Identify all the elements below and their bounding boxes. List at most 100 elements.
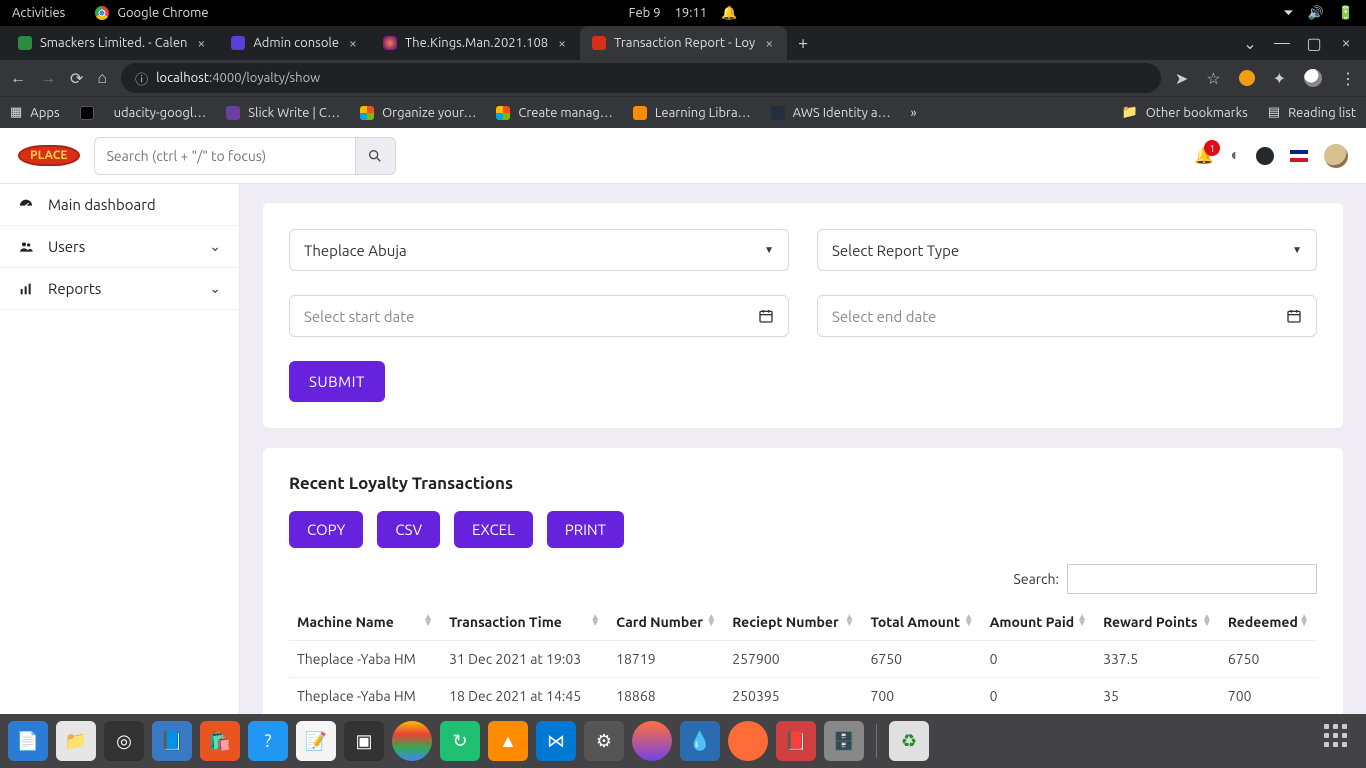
new-tab-button[interactable]: +	[787, 26, 819, 60]
column-header[interactable]: Reciept Number▲▼	[724, 604, 862, 641]
tab-close-icon[interactable]: ×	[763, 35, 775, 51]
ubuntu-time[interactable]: 19:11	[675, 6, 708, 20]
tab-close-icon[interactable]: ×	[195, 35, 207, 51]
tab-close-icon[interactable]: ×	[556, 35, 568, 51]
dock-libreoffice-writer-icon[interactable]: 📘	[152, 721, 192, 761]
reading-list[interactable]: ▤Reading list	[1268, 105, 1356, 120]
browser-tab-0[interactable]: Smackers Limited. - Calen ×	[6, 26, 219, 60]
browser-tab-2[interactable]: The.Kings.Man.2021.108 ×	[371, 26, 580, 60]
ubuntu-app-menu[interactable]: Google Chrome	[95, 6, 208, 20]
column-header[interactable]: Reward Points▲▼	[1095, 604, 1220, 641]
volume-icon[interactable]: 🔊	[1308, 6, 1324, 21]
sort-icon: ▲▼	[706, 614, 716, 626]
table-row[interactable]: Theplace -Yaba HM31 Dec 2021 at 19:03187…	[289, 641, 1317, 678]
dock-app-icon[interactable]: 💧	[680, 721, 720, 761]
dock-vlc-icon[interactable]: ▲	[488, 721, 528, 761]
print-button[interactable]: PRINT	[547, 511, 624, 548]
site-info-icon[interactable]: ⓘ	[135, 69, 148, 88]
bookmark-item[interactable]	[80, 106, 94, 120]
bookmark-item[interactable]: AWS Identity a…	[771, 106, 891, 120]
bookmark-item[interactable]: Learning Libra…	[633, 106, 751, 120]
copy-button[interactable]: COPY	[289, 511, 363, 548]
bookmark-item[interactable]: Organize your…	[360, 106, 476, 120]
sidebar-item-dashboard[interactable]: Main dashboard	[0, 184, 239, 226]
github-icon[interactable]	[1256, 147, 1274, 165]
address-bar[interactable]: ⓘ localhost:4000/loyalty/show	[121, 63, 1161, 93]
column-header[interactable]: Transaction Time▲▼	[441, 604, 608, 641]
dock-anydesk-icon[interactable]: ↻	[440, 721, 480, 761]
bookmark-apps[interactable]: ▦ Apps	[10, 105, 60, 120]
nav-reload-button[interactable]: ⟳	[70, 69, 83, 88]
sidebar-item-users[interactable]: Users ⌄	[0, 226, 239, 268]
dock-rhythmbox-icon[interactable]: ◎	[104, 721, 144, 761]
tab-close-icon[interactable]: ×	[347, 35, 359, 51]
bookmark-star-icon[interactable]: ☆	[1206, 69, 1220, 88]
bookmark-overflow[interactable]: »	[911, 106, 917, 120]
nav-home-button[interactable]: ⌂	[97, 69, 107, 88]
locale-flag-icon[interactable]	[1290, 150, 1308, 162]
end-date-input[interactable]: Select end date	[817, 295, 1317, 337]
nav-back-button[interactable]: ←	[10, 69, 26, 88]
dock-trash-icon[interactable]: ♻	[889, 721, 929, 761]
global-search-input[interactable]	[94, 137, 356, 175]
ubuntu-date[interactable]: Feb 9	[629, 6, 661, 20]
users-icon	[18, 239, 34, 255]
dock-vscode-icon[interactable]: ⋈	[536, 721, 576, 761]
other-bookmarks[interactable]: 📁Other bookmarks	[1122, 105, 1248, 120]
submit-button[interactable]: SUBMIT	[289, 361, 385, 402]
global-search-button[interactable]	[356, 137, 396, 175]
bookmark-item[interactable]: Create manag…	[496, 106, 612, 120]
browser-tab-3[interactable]: Transaction Report - Loy ×	[580, 26, 787, 60]
table-search-input[interactable]	[1067, 564, 1317, 594]
user-avatar[interactable]	[1324, 144, 1348, 168]
dock-gedit-icon[interactable]: 📝	[296, 721, 336, 761]
send-icon[interactable]: ➤	[1175, 69, 1188, 88]
column-header[interactable]: Redeemed▲▼	[1220, 604, 1317, 641]
dock-archive-icon[interactable]: 🗄️	[824, 721, 864, 761]
table-row[interactable]: Theplace -Yaba HM18 Dec 2021 at 14:45188…	[289, 678, 1317, 715]
dock-terminal-icon[interactable]: ▣	[344, 721, 384, 761]
dock-settings-icon[interactable]: ⚙	[584, 721, 624, 761]
sidebar-item-reports[interactable]: Reports ⌄	[0, 268, 239, 310]
csv-button[interactable]: CSV	[377, 511, 440, 548]
dock-postman-icon[interactable]	[728, 721, 768, 761]
dock-software-icon[interactable]: 🛍️	[200, 721, 240, 761]
column-header[interactable]: Card Number▲▼	[608, 604, 724, 641]
window-restore-button[interactable]: ▢	[1300, 34, 1328, 53]
ext-icon-1[interactable]	[1239, 70, 1255, 86]
column-header[interactable]: Machine Name▲▼	[289, 604, 441, 641]
ubuntu-activities[interactable]: Activities	[12, 6, 65, 20]
dock-chrome-icon[interactable]	[392, 721, 432, 761]
battery-icon[interactable]: 🔋	[1338, 6, 1354, 21]
dock-files-icon[interactable]: 📄	[8, 721, 48, 761]
excel-button[interactable]: EXCEL	[454, 511, 533, 548]
window-close-button[interactable]: ×	[1332, 34, 1360, 52]
ubuntu-dock: 📄 📁 ◎ 📘 🛍️ ? 📝 ▣ ↻ ▲ ⋈ ⚙ 💧 📕 🗄️ ♻	[0, 714, 1366, 768]
dock-firefox-icon[interactable]	[632, 721, 672, 761]
dock-show-apps-button[interactable]	[1324, 724, 1358, 758]
bookmark-item[interactable]: udacity-googl…	[114, 106, 207, 120]
column-header[interactable]: Total Amount▲▼	[862, 604, 981, 641]
bookmark-item[interactable]: Slick Write | C…	[226, 106, 340, 120]
tabs-dropdown-icon[interactable]: ⌄	[1236, 34, 1264, 53]
network-icon[interactable]: ⏷	[1283, 6, 1293, 21]
table-cell: 18868	[608, 678, 724, 715]
notifications-button[interactable]: 🔔 1	[1194, 146, 1214, 165]
window-minimize-button[interactable]: —	[1268, 34, 1296, 52]
sort-icon: ▲▼	[1077, 614, 1087, 626]
header-tool-icon[interactable]: ◐	[1230, 146, 1240, 165]
dock-nautilus-icon[interactable]: 📁	[56, 721, 96, 761]
report-type-select[interactable]: Select Report Type ▼	[817, 229, 1317, 271]
notification-bell-icon[interactable]: 🔔	[721, 6, 737, 21]
location-select[interactable]: Theplace Abuja ▼	[289, 229, 789, 271]
profile-avatar-icon[interactable]	[1304, 69, 1322, 87]
sort-icon: ▲▼	[1299, 614, 1309, 626]
dock-help-icon[interactable]: ?	[248, 721, 288, 761]
column-header[interactable]: Amount Paid▲▼	[982, 604, 1095, 641]
start-date-input[interactable]: Select start date	[289, 295, 789, 337]
extensions-icon[interactable]: ✦	[1273, 69, 1286, 88]
chrome-menu-icon[interactable]: ⋮	[1340, 69, 1356, 88]
browser-tab-1[interactable]: Admin console ×	[219, 26, 371, 60]
brand-logo[interactable]: PLACE	[18, 145, 80, 166]
dock-reader-icon[interactable]: 📕	[776, 721, 816, 761]
